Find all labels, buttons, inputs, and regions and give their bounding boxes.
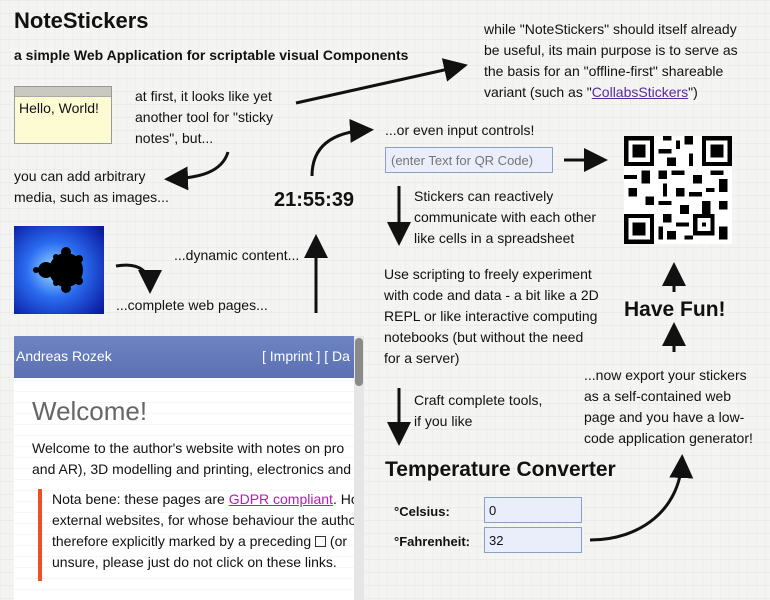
- arrow-to-export: [589, 454, 694, 542]
- connector-arrows: [115, 58, 694, 542]
- arrow-to-media: [164, 151, 230, 191]
- arrow-to-web-pages: [115, 263, 162, 294]
- arrow-to-input: [310, 118, 374, 177]
- arrow-to-intro: [295, 58, 468, 105]
